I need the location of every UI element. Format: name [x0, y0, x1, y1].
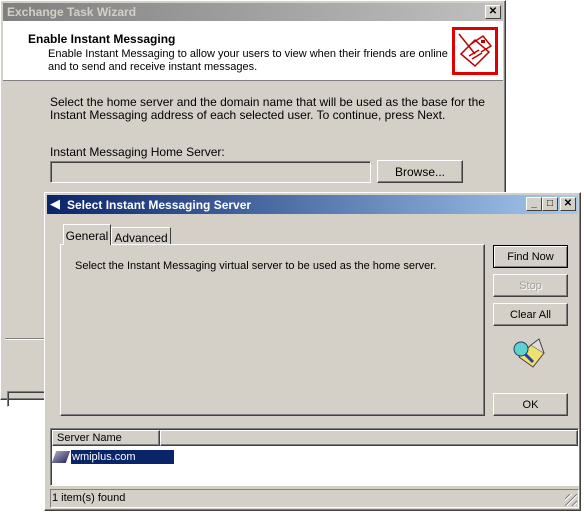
instructions-2: Instant Messaging address of each select…: [50, 108, 446, 122]
server-icon: [51, 450, 71, 463]
tab-panel: Select the Instant Messaging virtual ser…: [60, 244, 485, 416]
stop-button[interactable]: Stop: [493, 274, 568, 297]
results-list: Server Name wmiplus.com: [50, 428, 579, 486]
status-text: 1 item(s) found: [52, 492, 126, 504]
header-desc-2: and to send and receive instant messages…: [48, 61, 258, 73]
minimize-button[interactable]: _: [526, 197, 542, 211]
status-area: [7, 391, 47, 407]
clear-all-button[interactable]: Clear All: [493, 303, 568, 326]
tab-general[interactable]: General: [63, 224, 111, 245]
list-item[interactable]: wmiplus.com: [51, 448, 174, 465]
column-server-name[interactable]: Server Name: [52, 430, 160, 446]
select-server-dialog: ◀ Select Instant Messaging Server _ □ ✕ Ge…: [44, 192, 581, 511]
dialog-app-icon: ◀: [50, 196, 60, 211]
home-server-label: Instant Messaging Home Server:: [50, 145, 225, 159]
dialog-title: Select Instant Messaging Server: [67, 198, 252, 212]
window-controls: _ □ ✕: [526, 197, 576, 211]
header-title: Enable Instant Messaging: [28, 32, 176, 46]
find-now-button[interactable]: Find Now: [493, 245, 568, 268]
resize-grip-icon[interactable]: [565, 494, 577, 506]
ok-button[interactable]: OK: [493, 393, 568, 416]
dialog-titlebar: ◀ Select Instant Messaging Server _ □ ✕: [47, 195, 578, 214]
server-name: wmiplus.com: [71, 449, 174, 464]
wizard-header: Enable Instant Messaging Enable Instant …: [3, 21, 503, 81]
close-button[interactable]: ✕: [560, 197, 576, 211]
list-header: Server Name: [52, 430, 578, 446]
search-directory-icon: [511, 337, 545, 369]
tab-advanced-label: Advanced: [114, 231, 168, 245]
tab-advanced[interactable]: Advanced: [111, 227, 171, 245]
home-server-input[interactable]: [50, 161, 371, 183]
browse-button[interactable]: Browse...: [377, 160, 463, 183]
wizard-header-icon: [452, 27, 498, 75]
general-text: Select the Instant Messaging virtual ser…: [75, 260, 437, 272]
tab-general-label: General: [65, 229, 109, 243]
column-empty: [160, 430, 578, 446]
wizard-title: Exchange Task Wizard: [7, 5, 137, 19]
header-desc-1: Enable Instant Messaging to allow your u…: [48, 48, 448, 60]
wizard-close-button[interactable]: ✕: [485, 5, 501, 19]
maximize-button[interactable]: □: [542, 197, 558, 211]
instructions-1: Select the home server and the domain na…: [50, 95, 485, 109]
separator: [5, 338, 47, 340]
status-bar: 1 item(s) found: [50, 489, 579, 508]
column-server-name-label: Server Name: [57, 432, 122, 444]
wizard-titlebar: Exchange Task Wizard ✕: [3, 3, 503, 21]
